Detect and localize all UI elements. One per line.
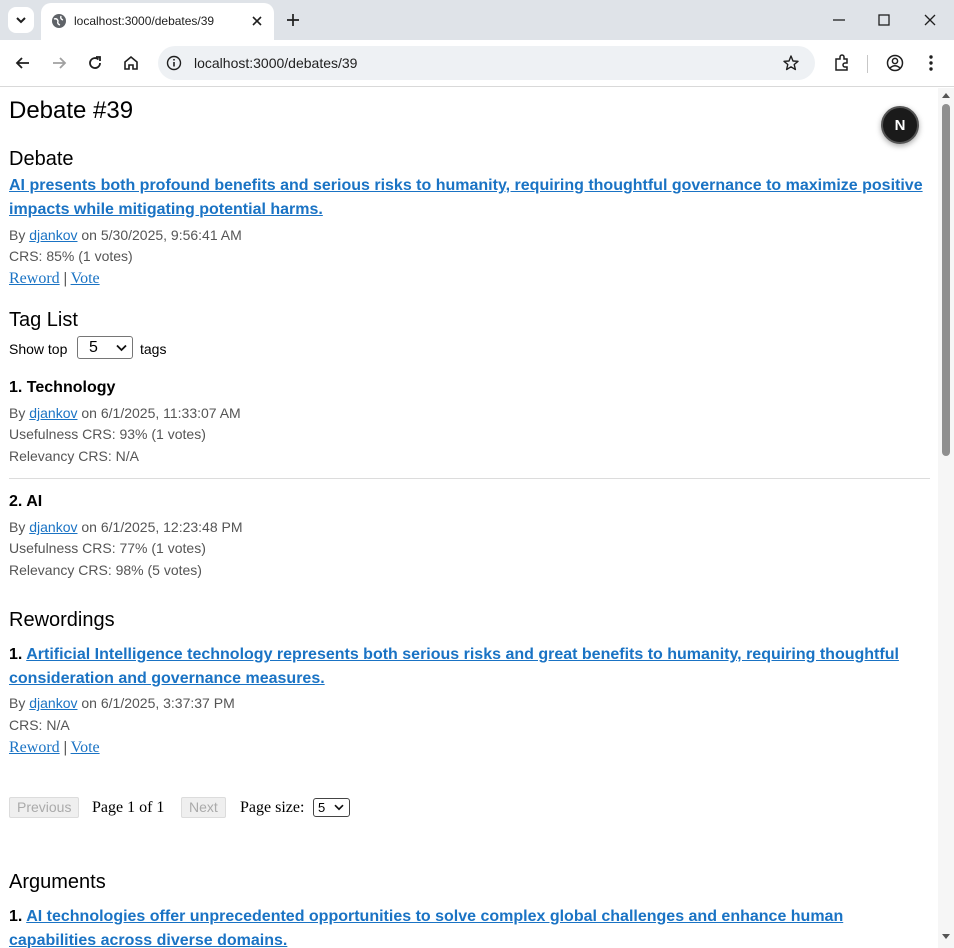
page-size-label: Page size: (240, 799, 305, 816)
page-title: Debate #39 (9, 97, 134, 124)
tab-strip: localhost:3000/debates/39 (0, 0, 954, 40)
vertical-scrollbar[interactable] (938, 88, 954, 948)
rewording-number: 1. (9, 646, 23, 663)
scrollbar-thumb[interactable] (942, 104, 950, 456)
tag-usefulness-crs: Usefulness CRS: 77% (1 votes) (9, 540, 206, 556)
url-text[interactable]: localhost:3000/debates/39 (194, 55, 357, 71)
forward-arrow-icon[interactable] (50, 54, 68, 72)
chevron-down-icon (16, 17, 26, 24)
tags-label: tags (140, 341, 167, 357)
reword-link[interactable]: Reword (9, 739, 60, 756)
tag-relevancy-crs: Relevancy CRS: N/A (9, 448, 139, 464)
rewording-item: 1. Artificial Intelligence technology re… (9, 643, 924, 691)
by-label: By (9, 519, 26, 535)
author-link[interactable]: djankov (29, 519, 77, 535)
browser-tab[interactable]: localhost:3000/debates/39 (41, 3, 274, 40)
author-link[interactable]: djankov (29, 227, 77, 243)
back-arrow-icon[interactable] (14, 54, 32, 72)
address-bar[interactable]: localhost:3000/debates/39 (158, 46, 815, 80)
reload-icon[interactable] (86, 54, 104, 72)
tab-title: localhost:3000/debates/39 (74, 14, 215, 28)
argument-number: 1. (9, 908, 23, 925)
rewordings-title: Rewordings (9, 609, 115, 631)
minimize-icon[interactable] (831, 12, 847, 28)
vote-link[interactable]: Vote (71, 739, 100, 756)
profile-icon[interactable] (885, 53, 905, 73)
arguments-title: Arguments (9, 871, 106, 893)
author-link[interactable]: djankov (29, 405, 77, 421)
nextjs-dev-indicator-button[interactable]: N (881, 106, 919, 144)
tag-title: 1. Technology (9, 379, 116, 396)
author-link[interactable]: djankov (29, 695, 77, 711)
menu-kebab-icon[interactable] (921, 53, 941, 73)
debate-meta: By djankov on 5/30/2025, 9:56:41 AM (9, 227, 242, 243)
rewording-crs: CRS: N/A (9, 717, 70, 733)
argument-title-link[interactable]: AI technologies offer unprecedented oppo… (9, 908, 843, 948)
close-tab-icon[interactable] (249, 13, 265, 29)
page-indicator: Page 1 of 1 (92, 799, 165, 816)
site-info-icon[interactable] (166, 55, 182, 71)
tag-date: on 6/1/2025, 12:23:48 PM (81, 519, 243, 535)
home-icon[interactable] (122, 54, 140, 72)
debate-date: on 5/30/2025, 9:56:41 AM (81, 227, 242, 243)
scroll-down-arrow-icon[interactable] (941, 933, 951, 941)
chevron-down-icon (116, 344, 127, 352)
show-top-value: 5 (89, 339, 98, 356)
globe-icon (52, 14, 66, 28)
previous-button[interactable]: Previous (9, 797, 80, 818)
by-label: By (9, 227, 26, 243)
toolbar-separator (867, 55, 868, 73)
by-label: By (9, 695, 26, 711)
argument-item: 1. AI technologies offer unprecedented o… (9, 905, 924, 948)
bookmark-star-icon[interactable] (782, 54, 800, 72)
chevron-down-icon (334, 804, 344, 811)
debate-section-title: Debate (9, 148, 74, 170)
maximize-icon[interactable] (876, 12, 892, 28)
new-tab-icon[interactable] (284, 11, 302, 29)
show-top-label: Show top (9, 341, 68, 357)
tag-date: on 6/1/2025, 11:33:07 AM (81, 405, 241, 421)
tag-meta: By djankov on 6/1/2025, 12:23:48 PM (9, 519, 243, 535)
separator: | (63, 739, 67, 756)
separator: | (63, 270, 67, 287)
tag-usefulness-crs: Usefulness CRS: 93% (1 votes) (9, 426, 206, 442)
rewording-date: on 6/1/2025, 3:37:37 PM (81, 695, 235, 711)
show-top-select[interactable]: 5 (77, 336, 133, 359)
close-window-icon[interactable] (922, 12, 938, 28)
vote-link[interactable]: Vote (71, 270, 100, 287)
rewording-actions: Reword | Vote (9, 739, 100, 757)
page-size-select[interactable]: 5 (313, 798, 350, 817)
by-label: By (9, 405, 26, 421)
reword-link[interactable]: Reword (9, 270, 60, 287)
scroll-up-arrow-icon[interactable] (941, 91, 951, 99)
rewording-title-link[interactable]: Artificial Intelligence technology repre… (9, 646, 899, 687)
debate-crs: CRS: 85% (1 votes) (9, 248, 133, 264)
debate-actions: Reword | Vote (9, 270, 100, 288)
tag-meta: By djankov on 6/1/2025, 11:33:07 AM (9, 405, 241, 421)
rewording-meta: By djankov on 6/1/2025, 3:37:37 PM (9, 695, 235, 711)
next-button[interactable]: Next (181, 797, 226, 818)
page-size-value: 5 (318, 800, 326, 815)
tag-list-title: Tag List (9, 309, 78, 331)
tag-relevancy-crs: Relevancy CRS: 98% (5 votes) (9, 562, 202, 578)
tab-search-button[interactable] (8, 7, 34, 33)
divider (9, 478, 930, 479)
extensions-icon[interactable] (832, 53, 852, 73)
browser-toolbar: localhost:3000/debates/39 (0, 40, 954, 87)
debate-title-link[interactable]: AI presents both profound benefits and s… (9, 174, 924, 222)
tag-title: 2. AI (9, 493, 43, 510)
page-viewport: Debate #39 Debate AI presents both profo… (0, 88, 938, 948)
